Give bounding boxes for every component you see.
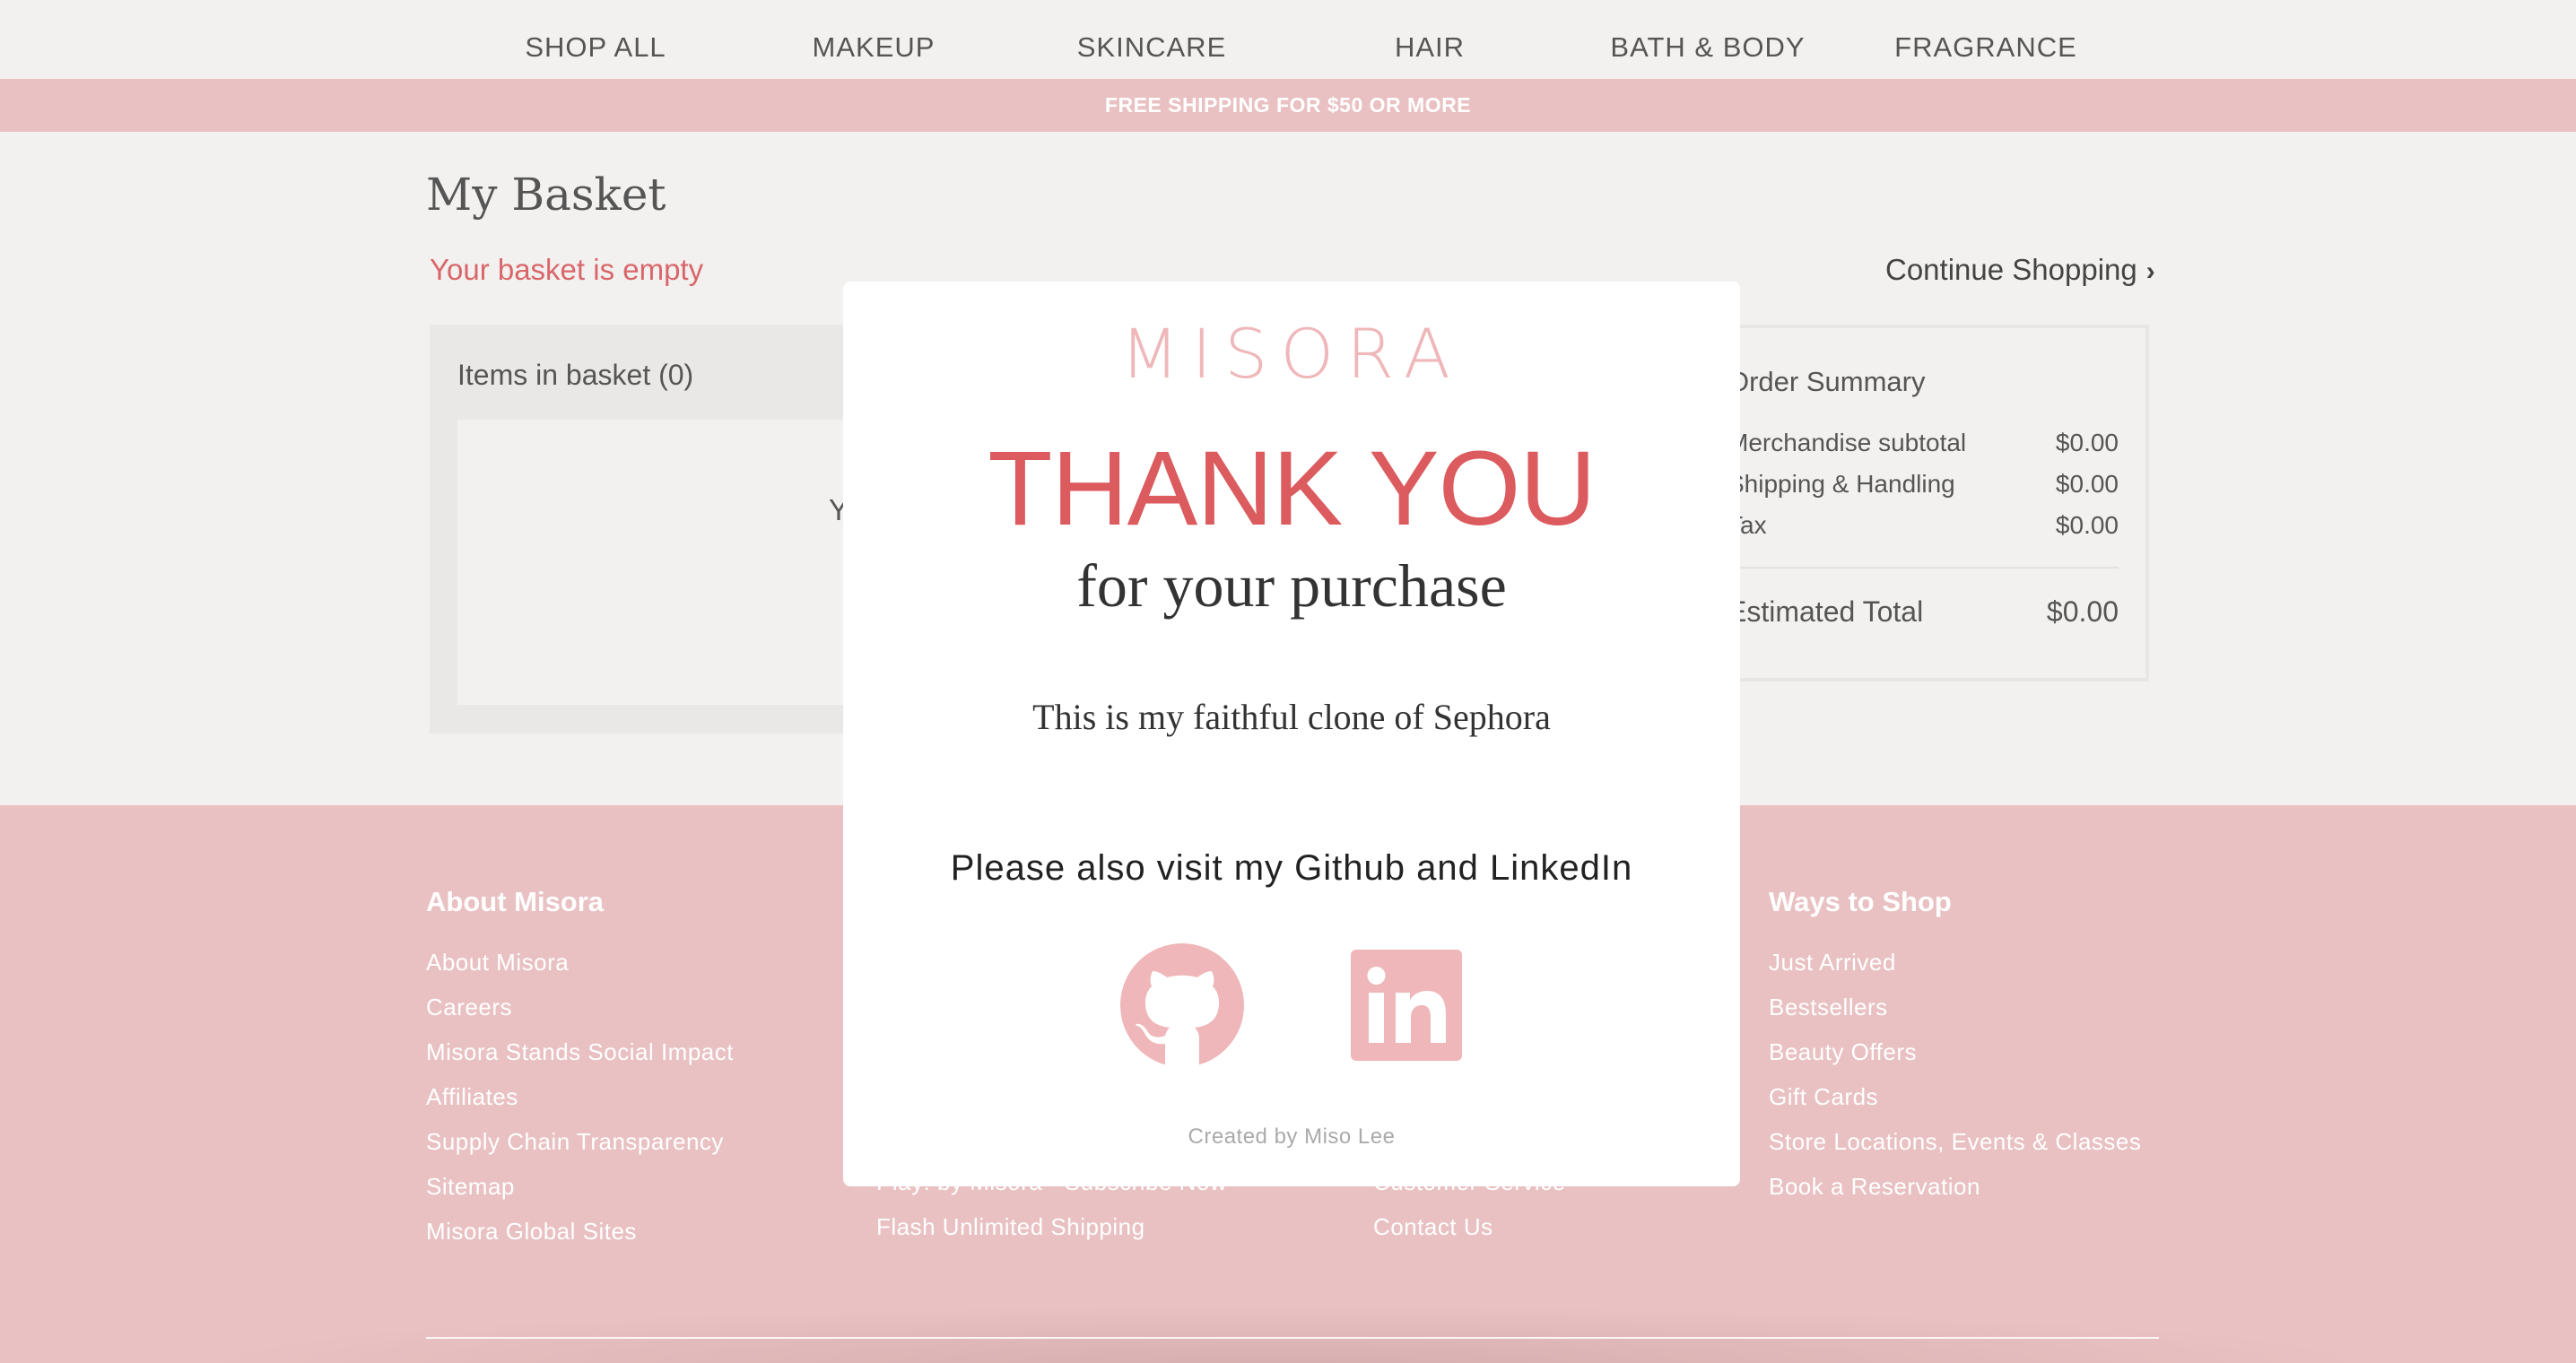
footer-column-ways-to-shop: Ways to Shop Just Arrived Bestsellers Be… bbox=[1769, 886, 2141, 1218]
linkedin-icon[interactable] bbox=[1351, 950, 1462, 1061]
summary-label: Merchandise subtotal bbox=[1727, 429, 1967, 456]
total-label: Estimated Total bbox=[1727, 595, 1924, 628]
nav-item-skincare[interactable]: SKINCARE bbox=[1077, 0, 1226, 79]
nav-item-shop-all[interactable]: SHOP ALL bbox=[525, 0, 666, 79]
top-nav: SHOP ALL MAKEUP SKINCARE HAIR BATH & BOD… bbox=[0, 0, 2576, 79]
nav-item-hair[interactable]: HAIR bbox=[1395, 0, 1465, 79]
total-amount: $0.00 bbox=[2046, 595, 2119, 628]
footer-link[interactable]: Just Arrived bbox=[1769, 949, 2141, 994]
items-title: Items in basket (0) bbox=[457, 359, 694, 391]
footer-shadow bbox=[197, 1306, 2377, 1363]
footer-heading: About Misora bbox=[426, 886, 605, 917]
footer-column-about: About Misora About Misora Careers Misora… bbox=[426, 886, 734, 1263]
footer-link[interactable]: Careers bbox=[426, 994, 734, 1038]
misora-logo: MISORA bbox=[1120, 314, 1463, 394]
linkedin-icon-graphic bbox=[1351, 950, 1462, 1061]
thank-you-heading: THANK YOU bbox=[988, 430, 1596, 548]
promo-banner: FREE SHIPPING FOR $50 OR MORE bbox=[0, 79, 2576, 132]
summary-amount: $0.00 bbox=[2055, 470, 2119, 498]
footer-link[interactable]: Store Locations, Events & Classes bbox=[1769, 1128, 2141, 1173]
github-icon[interactable] bbox=[1120, 943, 1244, 1067]
footer-link[interactable]: Misora Global Sites bbox=[426, 1218, 734, 1263]
footer-link[interactable]: About Misora bbox=[426, 949, 734, 994]
footer-divider bbox=[426, 1337, 2159, 1339]
footer-link[interactable]: Contact Us bbox=[1373, 1213, 1566, 1258]
summary-total: Estimated Total $0.00 bbox=[1727, 595, 2119, 629]
purchase-subheading: for your purchase bbox=[1076, 551, 1507, 620]
summary-divider bbox=[1727, 567, 2119, 569]
nav-item-fragrance[interactable]: FRAGRANCE bbox=[1894, 0, 2077, 79]
summary-label: Shipping & Handling bbox=[1727, 470, 1955, 498]
nav-item-makeup[interactable]: MAKEUP bbox=[813, 0, 936, 79]
continue-shopping-label: Continue Shopping bbox=[1885, 253, 2137, 286]
footer-link[interactable]: Beauty Offers bbox=[1769, 1038, 2141, 1083]
empty-basket-message: Your basket is empty bbox=[430, 253, 704, 286]
footer-link[interactable]: Supply Chain Transparency bbox=[426, 1128, 734, 1173]
footer-link[interactable]: Gift Cards bbox=[1769, 1083, 2141, 1128]
footer-link[interactable]: Bestsellers bbox=[1769, 994, 2141, 1038]
summary-row-tax: Tax $0.00 bbox=[1727, 511, 2119, 540]
summary-amount: $0.00 bbox=[2055, 511, 2119, 539]
footer-link[interactable]: Book a Reservation bbox=[1769, 1173, 2141, 1218]
visit-message: Please also visit my Github and LinkedIn bbox=[950, 848, 1633, 888]
order-summary: Order Summary Merchandise subtotal $0.00… bbox=[1686, 325, 2149, 682]
clone-note: This is my faithful clone of Sephora bbox=[1032, 697, 1551, 737]
summary-row-shipping: Shipping & Handling $0.00 bbox=[1727, 470, 2119, 499]
page-title: My Basket bbox=[426, 169, 666, 221]
summary-row-subtotal: Merchandise subtotal $0.00 bbox=[1727, 429, 2119, 457]
footer-link[interactable]: Affiliates bbox=[426, 1083, 734, 1128]
footer-heading: Ways to Shop bbox=[1769, 886, 1952, 917]
continue-shopping-link[interactable]: Continue Shopping › bbox=[1885, 253, 2155, 287]
summary-amount: $0.00 bbox=[2055, 429, 2119, 456]
footer-link[interactable]: Misora Stands Social Impact bbox=[426, 1038, 734, 1083]
footer-link[interactable]: Sitemap bbox=[426, 1173, 734, 1218]
footer-link[interactable]: Flash Unlimited Shipping bbox=[876, 1213, 1227, 1258]
chevron-right-icon: › bbox=[2145, 256, 2155, 286]
credit-text: Created by Miso Lee bbox=[1188, 1124, 1396, 1149]
order-summary-title: Order Summary bbox=[1727, 366, 1926, 397]
github-icon-graphic bbox=[1120, 943, 1244, 1067]
thank-you-modal: MISORA THANK YOU for your purchase This … bbox=[843, 282, 1740, 1186]
nav-item-bath-body[interactable]: BATH & BODY bbox=[1610, 0, 1805, 79]
